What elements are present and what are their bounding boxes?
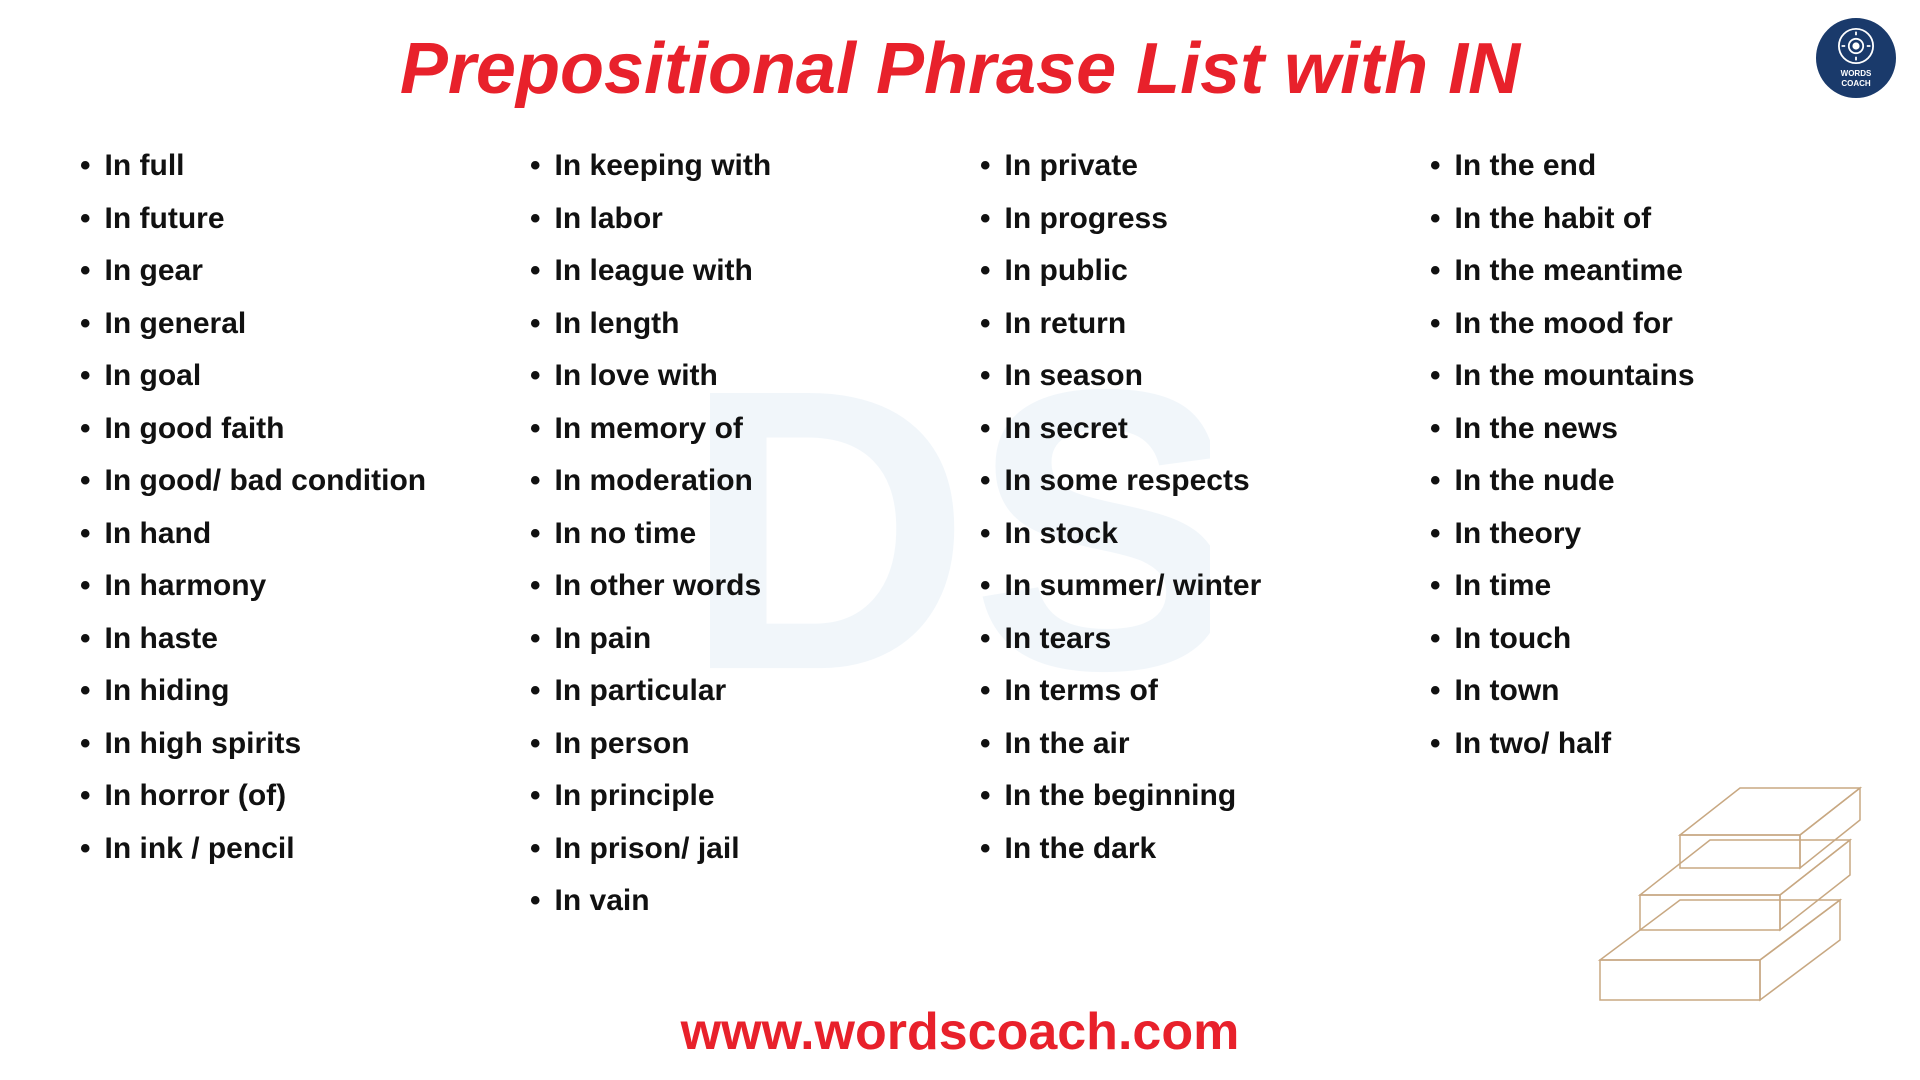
list-item: In the mood for <box>1430 298 1840 351</box>
list-item: In high spirits <box>80 718 490 771</box>
list-item: In stock <box>980 508 1390 561</box>
list-item: In hiding <box>80 665 490 718</box>
list-item: In prison/ jail <box>530 823 940 876</box>
list-item: In time <box>1430 560 1840 613</box>
list-item: In theory <box>1430 508 1840 561</box>
list-item: In the beginning <box>980 770 1390 823</box>
list-item: In private <box>980 140 1390 193</box>
list-item: In person <box>530 718 940 771</box>
list-item: In public <box>980 245 1390 298</box>
footer-url: www.wordscoach.com <box>0 1002 1920 1062</box>
list-item: In horror (of) <box>80 770 490 823</box>
list-item: In harmony <box>80 560 490 613</box>
column-3-list: In privateIn progressIn publicIn returnI… <box>980 140 1390 875</box>
list-item: In full <box>80 140 490 193</box>
list-item: In haste <box>80 613 490 666</box>
column-4-list: In the endIn the habit ofIn the meantime… <box>1430 140 1840 770</box>
list-item: In terms of <box>980 665 1390 718</box>
list-item: In two/ half <box>1430 718 1840 771</box>
column-3: In privateIn progressIn publicIn returnI… <box>960 140 1410 928</box>
list-item: In ink / pencil <box>80 823 490 876</box>
column-4: In the endIn the habit ofIn the meantime… <box>1410 140 1860 928</box>
list-item: In gear <box>80 245 490 298</box>
list-item: In other words <box>530 560 940 613</box>
logo-icon <box>1838 28 1874 64</box>
list-item: In principle <box>530 770 940 823</box>
list-item: In keeping with <box>530 140 940 193</box>
list-item: In moderation <box>530 455 940 508</box>
list-item: In league with <box>530 245 940 298</box>
list-item: In the nude <box>1430 455 1840 508</box>
list-item: In the meantime <box>1430 245 1840 298</box>
list-item: In length <box>530 298 940 351</box>
list-item: In town <box>1430 665 1840 718</box>
list-item: In the dark <box>980 823 1390 876</box>
list-item: In love with <box>530 350 940 403</box>
list-item: In pain <box>530 613 940 666</box>
list-item: In the habit of <box>1430 193 1840 246</box>
list-item: In good faith <box>80 403 490 456</box>
logo-coach-text: COACH <box>1841 79 1870 88</box>
list-item: In particular <box>530 665 940 718</box>
list-item: In summer/ winter <box>980 560 1390 613</box>
list-item: In some respects <box>980 455 1390 508</box>
list-item: In progress <box>980 193 1390 246</box>
list-item: In good/ bad condition <box>80 455 490 508</box>
list-item: In hand <box>80 508 490 561</box>
list-item: In vain <box>530 875 940 928</box>
list-item: In the air <box>980 718 1390 771</box>
columns-container: In fullIn futureIn gearIn generalIn goal… <box>0 140 1920 928</box>
list-item: In general <box>80 298 490 351</box>
list-item: In memory of <box>530 403 940 456</box>
list-item: In the end <box>1430 140 1840 193</box>
list-item: In season <box>980 350 1390 403</box>
list-item: In the news <box>1430 403 1840 456</box>
list-item: In touch <box>1430 613 1840 666</box>
column-2: In keeping withIn laborIn league withIn … <box>510 140 960 928</box>
list-item: In return <box>980 298 1390 351</box>
page-title: Prepositional Phrase List with IN <box>0 0 1920 140</box>
list-item: In future <box>80 193 490 246</box>
list-item: In tears <box>980 613 1390 666</box>
column-1-list: In fullIn futureIn gearIn generalIn goal… <box>80 140 490 875</box>
list-item: In labor <box>530 193 940 246</box>
list-item: In goal <box>80 350 490 403</box>
list-item: In secret <box>980 403 1390 456</box>
logo-words-text: WORDS <box>1841 69 1872 78</box>
logo: WORDS COACH <box>1816 18 1896 98</box>
column-2-list: In keeping withIn laborIn league withIn … <box>530 140 940 928</box>
list-item: In no time <box>530 508 940 561</box>
column-1: In fullIn futureIn gearIn generalIn goal… <box>60 140 510 928</box>
list-item: In the mountains <box>1430 350 1840 403</box>
